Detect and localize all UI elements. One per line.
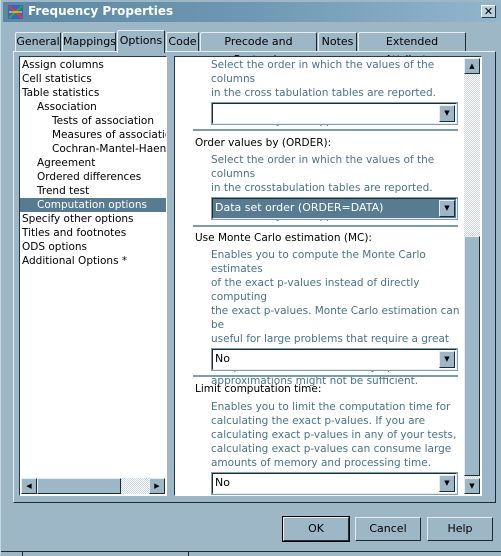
tree-item-computation-options[interactable]: Computation options <box>20 198 166 212</box>
tree-item-assign-columns[interactable]: Assign columns <box>20 58 166 72</box>
tree-item-measures-of-association[interactable]: Measures of association <box>20 128 166 142</box>
section-divider <box>193 129 458 131</box>
tree-item-additional-options[interactable]: Additional Options * <box>20 254 166 268</box>
arrow-left-icon: ◀ <box>26 482 32 490</box>
chevron-down-icon: ▼ <box>444 204 450 212</box>
tree-item-trend-test[interactable]: Trend test <box>20 184 166 198</box>
tab-precode-postcode[interactable]: Precode and Postcode <box>200 32 317 66</box>
edge-separator <box>22 552 23 556</box>
tree-item-table-statistics[interactable]: Table statistics <box>20 86 166 100</box>
limit-time-value: No <box>215 476 230 489</box>
cancel-button[interactable]: Cancel <box>355 517 421 541</box>
window-bottom-edge <box>1 551 501 556</box>
scroll-left-button[interactable]: ◀ <box>21 478 37 494</box>
column-order-dropdown-button[interactable]: ▼ <box>439 105 455 122</box>
sas-task-icon <box>8 5 23 19</box>
monte-carlo-label: Use Monte Carlo estimation (MC): <box>195 232 372 244</box>
monte-carlo-select[interactable]: No ▼ <box>211 348 458 371</box>
computation-options-pane: Select the order in which the values of … <box>174 56 482 496</box>
section-divider <box>193 375 458 377</box>
frequency-properties-dialog: Frequency Properties ✕ General Mappings … <box>0 0 501 556</box>
limit-time-select[interactable]: No ▼ <box>211 472 458 495</box>
order-values-select[interactable]: Data set order (ORDER=DATA) ▼ <box>211 197 458 220</box>
tree-item-tests-of-association[interactable]: Tests of association <box>20 114 166 128</box>
order-values-label: Order values by (ORDER): <box>195 137 332 149</box>
monte-carlo-dropdown-button[interactable]: ▼ <box>439 351 455 368</box>
order-values-dropdown-button[interactable]: ▼ <box>439 200 455 217</box>
scroll-up-button[interactable]: ▲ <box>464 58 480 74</box>
arrow-right-icon: ▶ <box>154 482 160 490</box>
tree-horizontal-scrollbar[interactable]: ◀ ▶ <box>21 478 165 494</box>
close-icon: ✕ <box>483 6 494 18</box>
tree-item-specify-other-options[interactable]: Specify other options <box>20 212 166 226</box>
tab-mappings[interactable]: Mappings <box>62 32 116 51</box>
scroll-thumb[interactable] <box>37 478 121 494</box>
edge-separator <box>188 552 189 556</box>
tree-item-ods-options[interactable]: ODS options <box>20 240 166 254</box>
chevron-down-icon: ▼ <box>444 479 450 487</box>
tab-code[interactable]: Code <box>166 32 199 51</box>
section-divider <box>193 225 458 227</box>
content-vertical-scrollbar[interactable]: ▲ ▼ <box>464 58 480 494</box>
chevron-down-icon: ▼ <box>444 109 450 117</box>
title-bar[interactable]: Frequency Properties ✕ <box>3 2 500 22</box>
arrow-down-icon: ▼ <box>469 482 475 490</box>
ok-button[interactable]: OK <box>282 516 350 542</box>
chevron-down-icon: ▼ <box>444 355 450 363</box>
help-button[interactable]: Help <box>427 517 493 541</box>
tree-item-titles-and-footnotes[interactable]: Titles and footnotes <box>20 226 166 240</box>
monte-carlo-value: No <box>215 352 230 365</box>
scroll-thumb[interactable] <box>464 236 480 476</box>
tree-item-association[interactable]: Association <box>20 100 166 114</box>
scroll-right-button[interactable]: ▶ <box>149 478 165 494</box>
tab-extended-attributes[interactable]: Extended Attributes <box>358 32 466 66</box>
tree-item-cochran-mantel-haenszel[interactable]: Cochran-Mantel-Haenszel <box>20 142 166 156</box>
tab-notes[interactable]: Notes <box>318 32 357 51</box>
tab-general[interactable]: General <box>15 32 61 51</box>
limit-time-label: Limit computation time: <box>195 383 322 395</box>
column-order-select[interactable]: ▼ <box>211 102 458 125</box>
tree-item-ordered-differences[interactable]: Ordered differences <box>20 170 166 184</box>
scroll-down-button[interactable]: ▼ <box>464 478 480 494</box>
tree-item-agreement[interactable]: Agreement <box>20 156 166 170</box>
limit-time-description: Enables you to limit the computation tim… <box>211 401 457 469</box>
window-title: Frequency Properties <box>28 4 174 18</box>
close-button[interactable]: ✕ <box>481 5 496 18</box>
tree-item-cell-statistics[interactable]: Cell statistics <box>20 72 166 86</box>
arrow-up-icon: ▲ <box>469 62 475 70</box>
tab-options[interactable]: Options <box>117 30 165 53</box>
order-values-value: Data set order (ORDER=DATA) <box>215 201 384 214</box>
limit-time-dropdown-button[interactable]: ▼ <box>439 475 455 492</box>
options-tree[interactable]: Assign columns Cell statistics Table sta… <box>19 56 167 496</box>
